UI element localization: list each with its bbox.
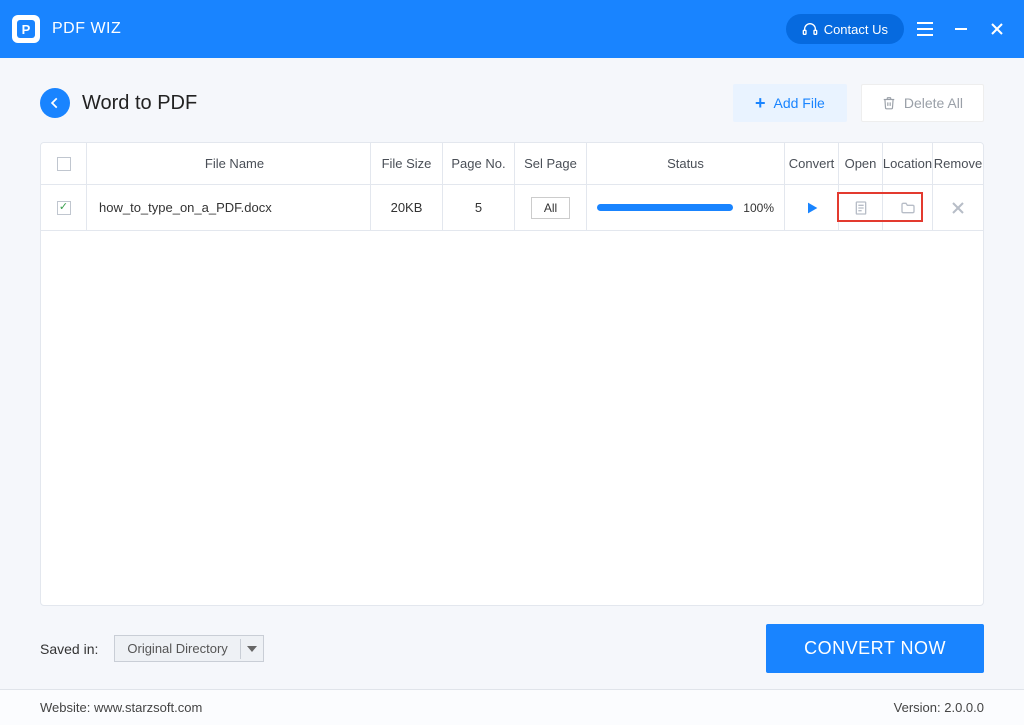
saved-in-label: Saved in: xyxy=(40,641,98,657)
select-all-checkbox[interactable] xyxy=(57,157,71,171)
title-bar: P PDF WIZ Contact Us xyxy=(0,0,1024,58)
col-status: Status xyxy=(587,143,785,184)
folder-icon xyxy=(899,200,917,216)
cell-page-no: 5 xyxy=(443,185,515,230)
close-icon xyxy=(990,22,1004,36)
page-title: Word to PDF xyxy=(82,92,197,115)
close-window-button[interactable] xyxy=(982,14,1012,44)
minimize-icon xyxy=(954,22,968,36)
col-location: Location xyxy=(883,143,933,184)
row-location-button[interactable] xyxy=(899,200,917,216)
col-remove: Remove xyxy=(933,143,983,184)
back-button[interactable] xyxy=(40,88,70,118)
menu-button[interactable] xyxy=(910,14,940,44)
sel-page-selector[interactable]: All xyxy=(531,197,570,219)
progress-bar xyxy=(597,204,733,211)
col-page-no: Page No. xyxy=(443,143,515,184)
close-icon xyxy=(951,201,965,215)
arrow-left-icon xyxy=(48,96,62,110)
minimize-button[interactable] xyxy=(946,14,976,44)
version-label: Version: 2.0.0.0 xyxy=(894,700,984,715)
col-file-size: File Size xyxy=(371,143,443,184)
add-file-button[interactable]: + Add File xyxy=(733,84,847,122)
cell-file-name: how_to_type_on_a_PDF.docx xyxy=(87,185,371,230)
col-file-name: File Name xyxy=(87,143,371,184)
play-icon xyxy=(804,200,820,216)
document-icon xyxy=(853,200,869,216)
app-title: PDF WIZ xyxy=(52,20,121,38)
row-checkbox[interactable] xyxy=(57,201,71,215)
delete-all-button[interactable]: Delete All xyxy=(861,84,984,122)
progress-percent: 100% xyxy=(743,201,774,215)
table-header: File Name File Size Page No. Sel Page St… xyxy=(41,143,983,185)
trash-icon xyxy=(882,96,896,110)
add-file-label: Add File xyxy=(773,95,824,111)
delete-all-label: Delete All xyxy=(904,95,963,111)
col-convert: Convert xyxy=(785,143,839,184)
table-row: how_to_type_on_a_PDF.docx 20KB 5 All 100… xyxy=(41,185,983,231)
col-sel-page: Sel Page xyxy=(515,143,587,184)
row-remove-button[interactable] xyxy=(951,201,965,215)
headset-icon xyxy=(802,21,818,37)
app-logo-letter: P xyxy=(17,20,35,38)
saved-in-dropdown[interactable]: Original Directory xyxy=(114,635,263,662)
file-table: File Name File Size Page No. Sel Page St… xyxy=(40,142,984,606)
contact-us-button[interactable]: Contact Us xyxy=(786,14,904,44)
hamburger-icon xyxy=(917,22,933,36)
chevron-down-icon xyxy=(240,639,263,659)
plus-icon: + xyxy=(755,94,766,112)
col-open: Open xyxy=(839,143,883,184)
row-open-button[interactable] xyxy=(853,200,869,216)
app-logo: P xyxy=(12,15,40,43)
saved-in-value: Original Directory xyxy=(115,636,239,661)
convert-now-button[interactable]: CONVERT NOW xyxy=(766,624,984,673)
contact-us-label: Contact Us xyxy=(824,22,888,37)
website-label: Website: www.starzsoft.com xyxy=(40,700,202,715)
row-convert-button[interactable] xyxy=(804,200,820,216)
cell-file-size: 20KB xyxy=(371,185,443,230)
